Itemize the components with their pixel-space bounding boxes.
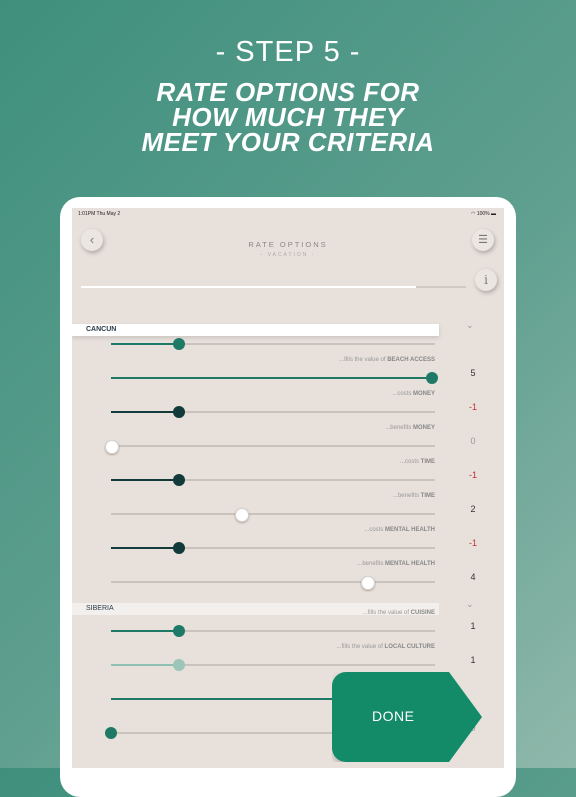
rating-slider-track[interactable] — [111, 513, 435, 515]
slider-knob-handle[interactable] — [173, 659, 186, 671]
rating-value: 5 — [470, 368, 476, 378]
criterion-label: ...fills the value of BEACH ACCESS — [339, 357, 435, 363]
rating-value: 4 — [470, 572, 476, 582]
slider-knob-handle[interactable] — [425, 372, 438, 384]
criterion-label: ...benefits MENTAL HEALTH — [357, 561, 435, 567]
step-heading: - STEP 5 - — [215, 36, 361, 68]
criterion-prefix: ...fills the value of — [339, 357, 388, 363]
rating-slider-track[interactable] — [111, 581, 435, 583]
page-title: RATE OPTIONS — [248, 240, 328, 249]
done-label: DONE — [372, 708, 415, 724]
battery-icon: ▬ — [489, 211, 496, 217]
rating-value: 0 — [470, 436, 476, 446]
criterion-name: CUISINE — [410, 610, 435, 616]
criterion-prefix: ...fills the value of — [336, 644, 385, 650]
criterion-label: ...costs MONEY — [392, 391, 435, 397]
slider-knob-handle[interactable] — [173, 625, 186, 637]
rating-slider-fill — [111, 343, 180, 345]
criterion-name: TIME — [420, 493, 435, 499]
criterion-prefix: ...costs — [392, 391, 413, 397]
option-name: SIBERIA — [86, 605, 114, 612]
criterion-name: MENTAL HEALTH — [385, 527, 435, 533]
criterion-name: MONEY — [412, 425, 435, 431]
rating-value: 1 — [470, 621, 476, 631]
slider-knob-handle[interactable] — [360, 576, 375, 590]
status-time: 1:01PM Thu May 2 — [78, 211, 121, 217]
rating-slider-track[interactable] — [111, 445, 435, 447]
hamburger-menu-icon: ☰ — [478, 234, 488, 246]
rating-value: -1 — [468, 402, 477, 412]
rating-slider-fill — [111, 547, 180, 549]
rating-value: -1 — [468, 470, 477, 480]
option-header[interactable]: CANCUN — [72, 324, 439, 336]
criterion-prefix: ...costs — [399, 459, 421, 465]
rating-slider-fill — [111, 630, 180, 632]
rating-slider-fill — [111, 479, 180, 481]
status-battery: ◠ 100% ▬ — [471, 211, 496, 217]
rating-value: 1 — [470, 655, 476, 665]
chevron-down-icon[interactable]: ⌄ — [466, 320, 474, 331]
info-button[interactable]: i — [475, 269, 497, 291]
progress-fill — [81, 286, 416, 288]
slider-knob-handle[interactable] — [173, 474, 186, 486]
slider-knob-handle[interactable] — [105, 440, 119, 454]
criterion-prefix: ...benefits — [392, 493, 421, 499]
rating-slider-fill — [111, 664, 180, 666]
slider-knob-handle[interactable] — [234, 508, 249, 522]
criterion-prefix: ...costs — [364, 527, 385, 533]
criterion-name: LOCAL CULTURE — [384, 644, 435, 650]
slider-knob-handle[interactable] — [173, 338, 186, 350]
page-subtitle: - VACATION - — [260, 252, 316, 258]
criterion-label: ...costs TIME — [400, 459, 435, 465]
rating-slider-fill — [111, 411, 180, 413]
info-icon: i — [484, 273, 488, 287]
criterion-label: ...fills the value of CUISINE — [363, 610, 435, 616]
menu-button[interactable]: ☰ — [472, 229, 494, 251]
rating-slider-fill — [111, 377, 432, 379]
status-bar: 1:01PM Thu May 2 ◠ 100% ▬ — [72, 208, 504, 220]
option-name: CANCUN — [86, 326, 117, 333]
slider-knob-handle[interactable] — [173, 542, 186, 554]
chevron-down-icon[interactable]: ⌄ — [466, 599, 474, 610]
criterion-name: TIME — [420, 459, 435, 465]
criterion-name: BEACH ACCESS — [387, 357, 435, 363]
rating-value: -1 — [468, 538, 477, 548]
criterion-label: ...benefits TIME — [393, 493, 435, 499]
step-title: RATE OPTIONS FOR HOW MUCH THEY MEET YOUR… — [0, 79, 576, 157]
slider-knob-handle[interactable] — [105, 727, 117, 739]
criterion-label: ...costs MENTAL HEALTH — [364, 527, 435, 533]
criterion-prefix: ...benefits — [357, 561, 385, 567]
title-line-3: MEET YOUR CRITERIA — [141, 127, 435, 157]
battery-percent: 100% — [476, 211, 490, 217]
rating-slider-fill — [111, 698, 338, 700]
rating-value: 2 — [470, 504, 476, 514]
criterion-name: MONEY — [412, 391, 435, 397]
criterion-name: MENTAL HEALTH — [385, 561, 435, 567]
criterion-prefix: ...fills the value of — [362, 610, 411, 616]
progress-bar — [81, 286, 466, 288]
criterion-prefix: ...benefits — [385, 425, 413, 431]
criterion-label: ...benefits MONEY — [385, 425, 435, 431]
criterion-label: ...fills the value of LOCAL CULTURE — [337, 644, 435, 650]
slider-knob-handle[interactable] — [173, 406, 186, 418]
